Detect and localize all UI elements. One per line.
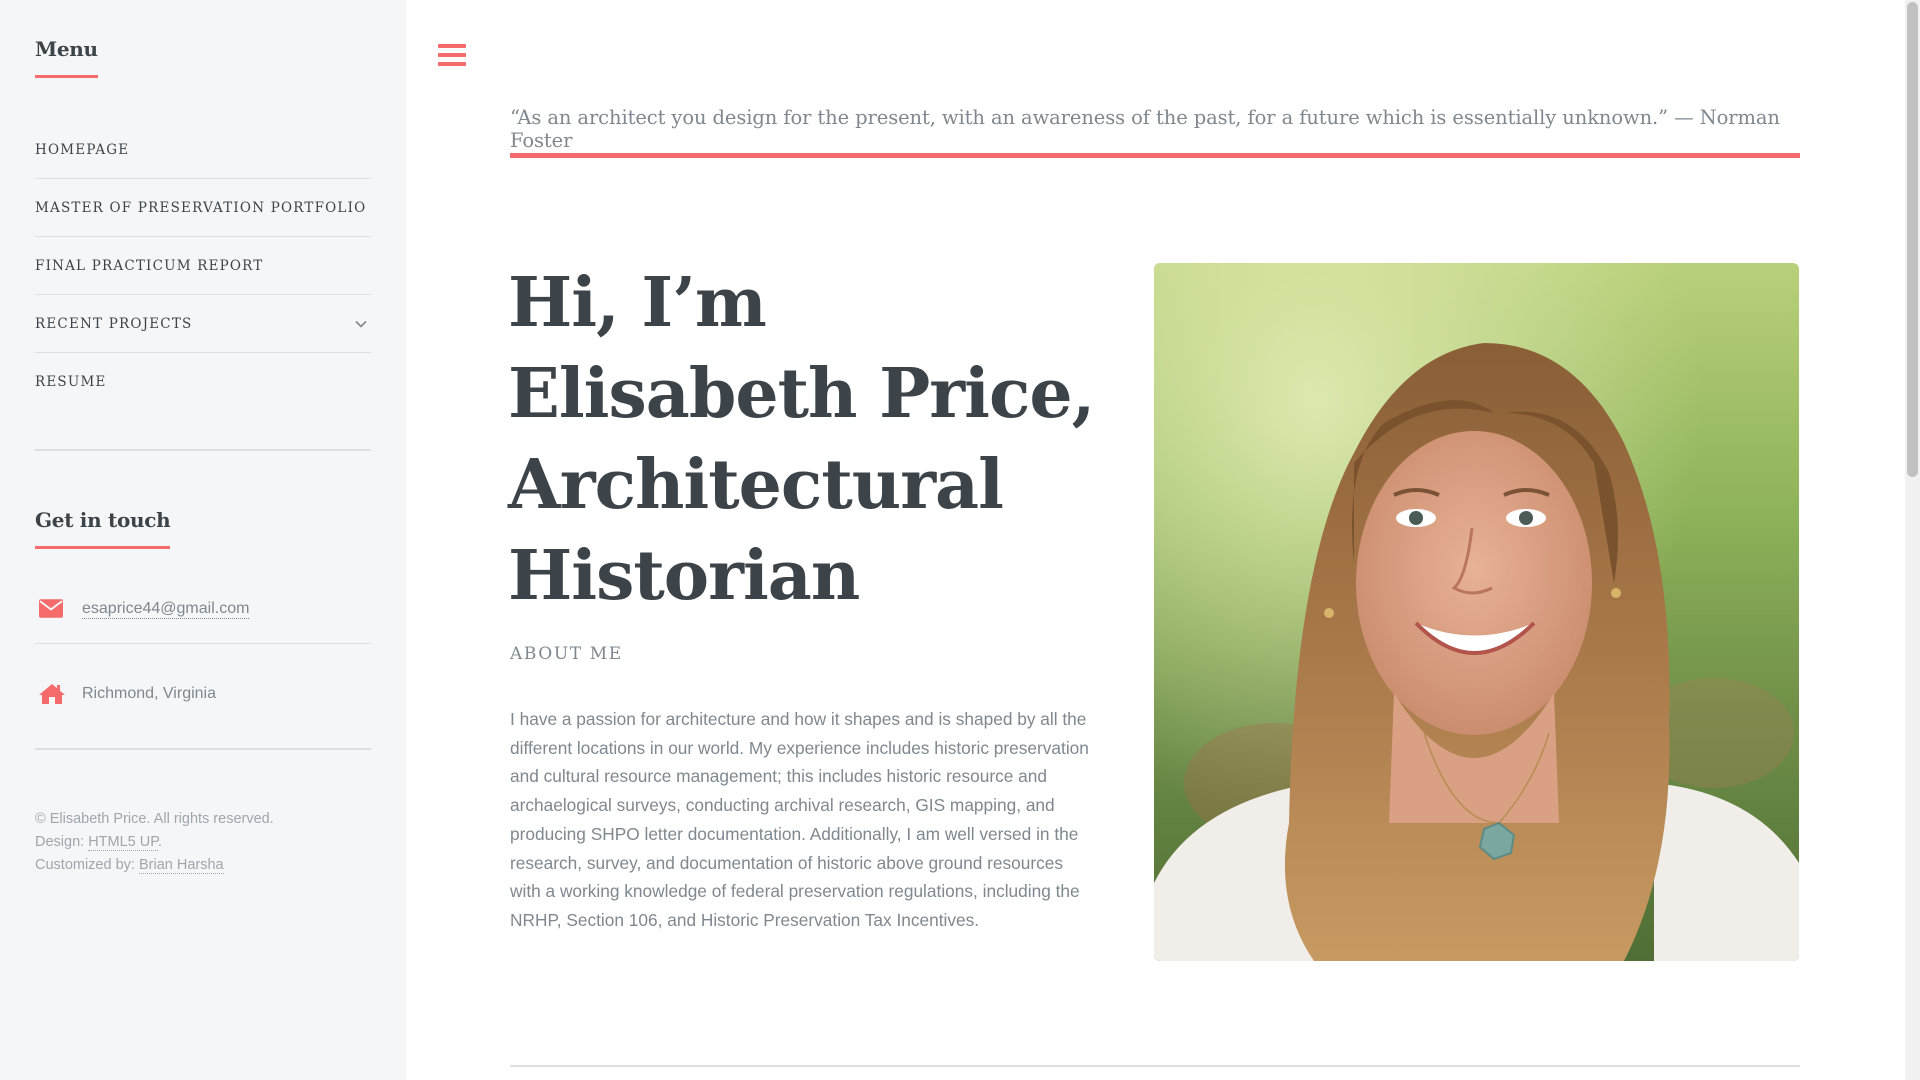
- envelope-icon: [39, 598, 65, 621]
- sidebar-item-label: MASTER OF PRESERVATION PORTFOLIO: [35, 199, 367, 216]
- sidebar-item-label: RECENT PROJECTS: [35, 315, 193, 332]
- customizer-link[interactable]: Brian Harsha: [138, 857, 224, 874]
- divider: [35, 449, 371, 451]
- sidebar-item-label: RESUME: [35, 374, 107, 390]
- profile-photo: [1154, 263, 1799, 961]
- contact-location: Richmond, Virginia: [35, 644, 371, 724]
- location-text: Richmond, Virginia: [82, 685, 216, 702]
- customized-credit-prefix: Customized by:: [35, 857, 139, 873]
- sidebar-item-resume[interactable]: RESUME: [35, 353, 371, 411]
- menu-heading-wrap: Menu: [35, 37, 371, 78]
- page-title: Hi, I’m Elisabeth Price, Architectural H…: [508, 263, 1095, 616]
- copyright: © Elisabeth Price. All rights reserved.: [35, 811, 274, 827]
- sidebar-item-homepage[interactable]: HOMEPAGE: [35, 121, 371, 179]
- header-underline: [510, 153, 1800, 158]
- section-divider: [510, 1065, 1800, 1067]
- sidebar: Menu HOMEPAGE MASTER OF PRESERVATION POR…: [0, 0, 406, 1080]
- scrollbar-thumb[interactable]: [1907, 2, 1918, 477]
- customized-credit: Customized by: Brian Harsha: [35, 854, 274, 877]
- chevron-down-icon[interactable]: [355, 318, 367, 330]
- sidebar-footer: © Elisabeth Price. All rights reserved. …: [35, 808, 274, 877]
- design-credit-prefix: Design:: [35, 834, 89, 850]
- contact-email: esaprice44@gmail.com: [35, 580, 371, 644]
- sidebar-item-recent-projects[interactable]: RECENT PROJECTS: [35, 295, 371, 353]
- menu-heading: Menu: [35, 37, 98, 78]
- contact-heading-wrap: Get in touch: [35, 508, 371, 549]
- html5up-link[interactable]: HTML5 UP: [88, 834, 159, 851]
- bio-paragraph: I have a passion for architecture and ho…: [510, 709, 1089, 930]
- contact-heading: Get in touch: [35, 508, 171, 549]
- sidebar-item-label: HOMEPAGE: [35, 141, 130, 158]
- sidebar-item-portfolio[interactable]: MASTER OF PRESERVATION PORTFOLIO: [35, 179, 371, 237]
- about-heading: ABOUT ME: [510, 644, 623, 664]
- header-quote: “As an architect you design for the pres…: [510, 106, 1780, 152]
- design-credit-suffix: .: [158, 834, 163, 850]
- design-credit: Design: HTML5 UP.: [35, 831, 274, 854]
- scrollbar[interactable]: [1905, 0, 1920, 1080]
- sidebar-menu: HOMEPAGE MASTER OF PRESERVATION PORTFOLI…: [35, 121, 371, 411]
- sidebar-item-label: FINAL PRACTICUM REPORT: [35, 257, 264, 274]
- hamburger-icon[interactable]: [438, 44, 466, 70]
- contact-list: esaprice44@gmail.com Richmond, Virginia: [35, 580, 371, 724]
- divider: [35, 748, 371, 750]
- email-link[interactable]: esaprice44@gmail.com: [82, 600, 250, 619]
- sidebar-item-practicum-report[interactable]: FINAL PRACTICUM REPORT: [35, 237, 371, 295]
- home-icon: [39, 683, 65, 705]
